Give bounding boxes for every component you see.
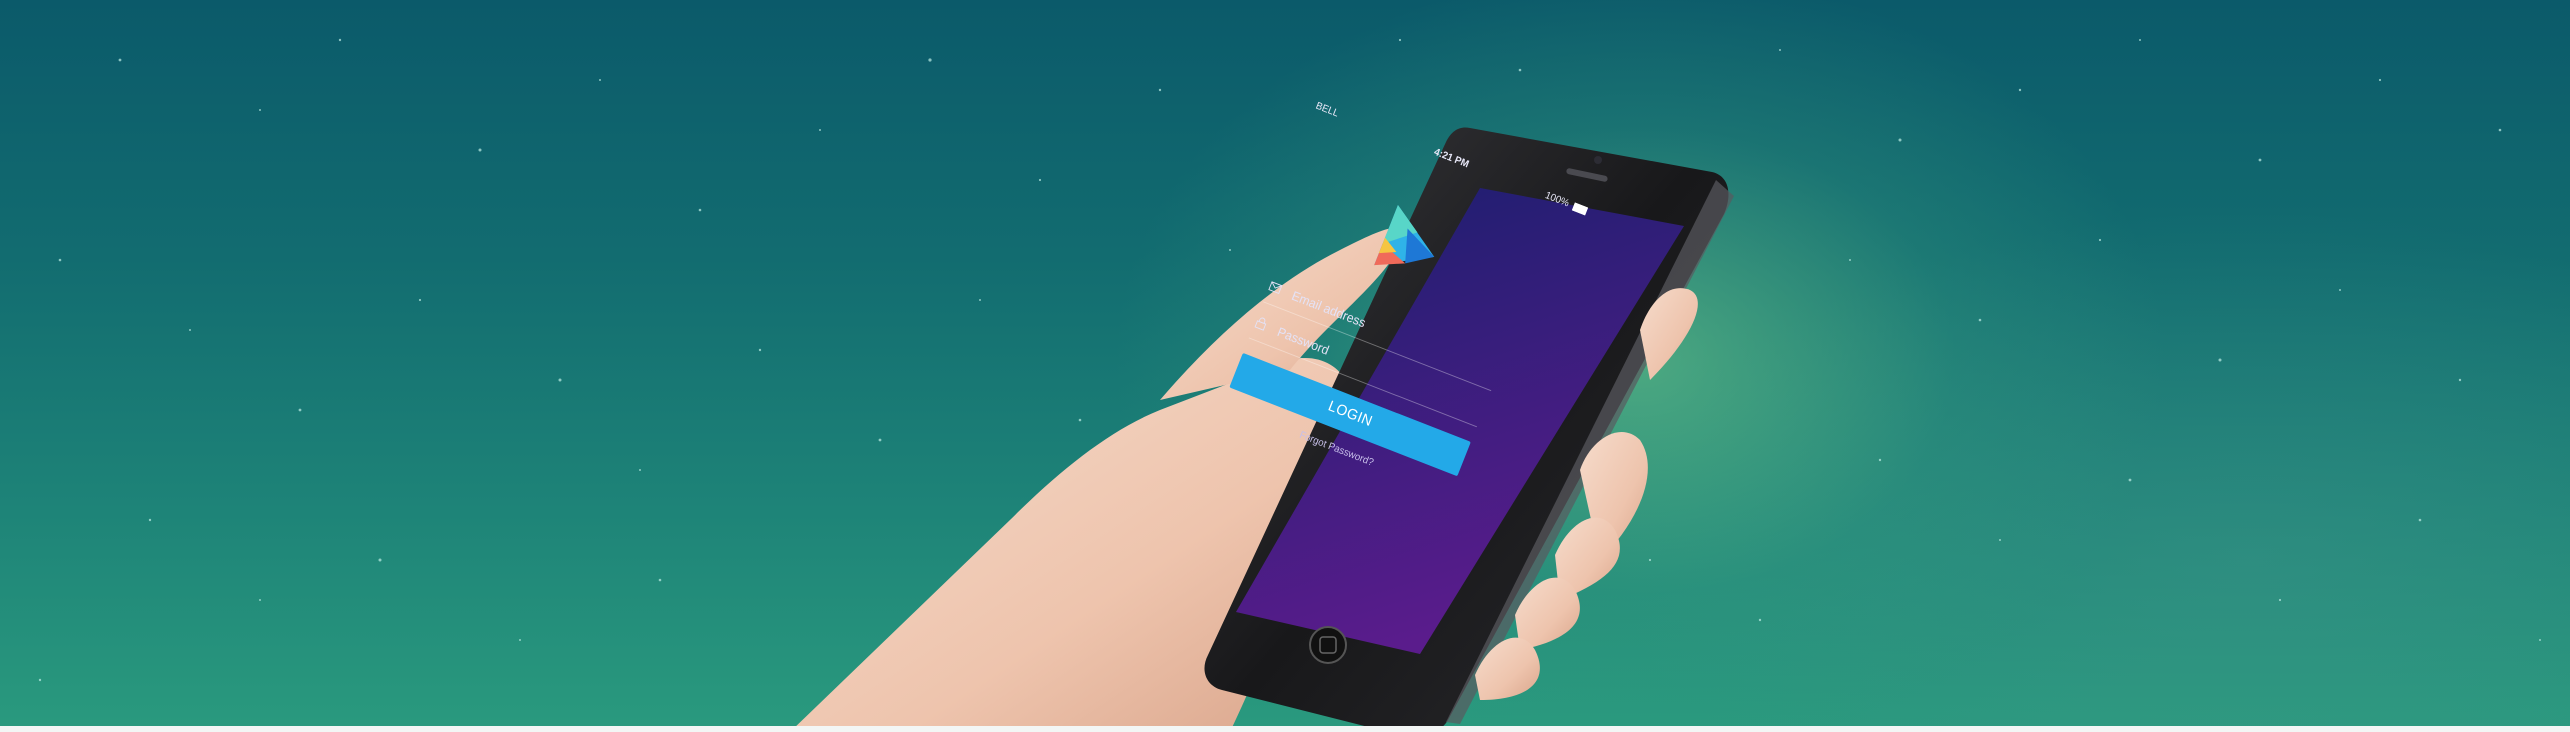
battery-icon <box>1572 202 1589 216</box>
envelope-icon <box>1268 281 1283 295</box>
password-placeholder: Password <box>1275 324 1332 358</box>
battery-label: 100% <box>1543 189 1571 210</box>
scene: BELL 4:21 PM 100% Email address Password… <box>0 0 2570 732</box>
email-placeholder: Email address <box>1289 287 1368 331</box>
triangle-logo-icon <box>1374 204 1435 266</box>
bottom-band <box>0 726 2570 732</box>
lock-icon <box>1254 317 1267 331</box>
